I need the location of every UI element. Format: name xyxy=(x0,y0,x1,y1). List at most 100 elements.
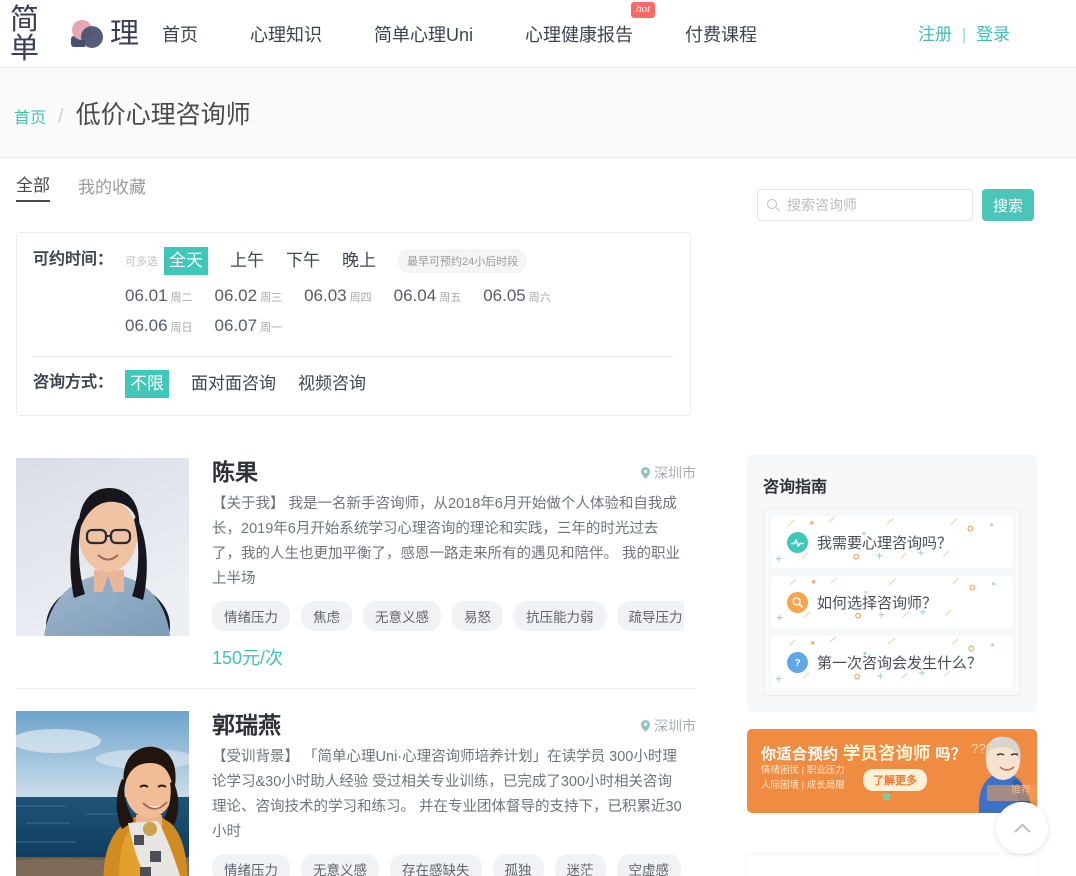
date-option[interactable]: 06.05 周六 xyxy=(483,284,551,310)
location-text: 深圳市 xyxy=(654,465,696,481)
filter-label-time: 可约时间： xyxy=(33,251,114,268)
time-option-allday[interactable]: 全天 xyxy=(164,247,208,275)
weekday-value: 周三 xyxy=(260,292,283,304)
question-mark-icon: ? xyxy=(787,651,808,673)
login-link[interactable]: 登录 xyxy=(976,25,1010,44)
tag[interactable]: 无意义感 xyxy=(301,853,379,876)
counselor-description: 【关于我】 我是一名新手咨询师，从2018年6月开始做个人体验和自我成长，201… xyxy=(212,495,681,587)
tag[interactable]: 抗压能力弱 xyxy=(514,600,606,631)
nav-item-psych-knowledge[interactable]: 心理知识 xyxy=(250,21,322,47)
location-pin-icon xyxy=(641,719,650,732)
counselor-card[interactable]: 郭瑞燕 深圳市 【受训背景】 「简单心理Uni·心理咨询师培养计划」在读学员 3… xyxy=(16,710,696,876)
date-value: 06.07 xyxy=(214,316,258,335)
nav-label: 心理健康报告 xyxy=(525,24,634,45)
scroll-to-top-button[interactable] xyxy=(996,802,1048,854)
counselor-info: 郭瑞燕 深圳市 【受训背景】 「简单心理Uni·心理咨询师培养计划」在读学员 3… xyxy=(212,711,696,876)
time-option-evening[interactable]: 晚上 xyxy=(342,248,376,274)
tag[interactable]: 情绪压力 xyxy=(212,600,290,631)
tag[interactable]: 无意义感 xyxy=(363,600,441,631)
tag[interactable]: 疏导压力 xyxy=(616,600,684,631)
register-link[interactable]: 注册 xyxy=(918,25,952,44)
sidebar-bottom-panel xyxy=(747,855,1037,876)
tag[interactable]: 情绪压力 xyxy=(212,853,290,876)
tab-all[interactable]: 全部 xyxy=(16,171,50,202)
tab-my-favorites[interactable]: 我的收藏 xyxy=(78,173,146,202)
date-option[interactable]: 06.03 周四 xyxy=(304,284,372,310)
counselor-photo[interactable] xyxy=(16,710,189,876)
nav-item-paid-courses[interactable]: 付费课程 xyxy=(685,21,757,47)
consultation-guide-panel: 咨询指南 我需要心理咨询吗？ 如何选择咨询师？ ? 第一次咨询会发生什么？ xyxy=(747,455,1037,712)
date-value: 06.06 xyxy=(125,316,168,335)
tag[interactable]: 空虚感 xyxy=(616,853,681,876)
guide-card-text: 如何选择咨询师？ xyxy=(817,594,938,612)
filter-time-values: 可多选 全天 上午 下午 晚上 最早可预约24小后时段 06.01 周二 06.… xyxy=(125,247,674,344)
auth-links: 注册 | 登录 xyxy=(918,20,1010,45)
promo-banner[interactable]: 你适合预约 学员咨询师 吗？ ??? 情绪困扰 | 职业压力 人际困境 | 成长… xyxy=(747,729,1037,813)
nav-item-home[interactable]: 首页 xyxy=(162,21,198,47)
location-pin-icon xyxy=(641,467,650,479)
nav-item-uni[interactable]: 简单心理Uni xyxy=(374,21,473,47)
sidebar: 咨询指南 我需要心理咨询吗？ 如何选择咨询师？ ? 第一次咨询会发生什么？ 你适… xyxy=(747,170,1047,813)
counselor-tags: 情绪压力 无意义感 存在感缺失 孤独 迷茫 空虚感 自 xyxy=(212,853,684,876)
tag[interactable]: 焦虑 xyxy=(301,600,352,631)
promo-recommend-label: 推荐 xyxy=(1011,785,1031,796)
date-value: 06.03 xyxy=(304,286,347,305)
mode-option-video[interactable]: 视频咨询 xyxy=(298,371,366,397)
promo-learn-more-button[interactable]: 了解更多 xyxy=(863,769,927,791)
mode-option-inperson[interactable]: 面对面咨询 xyxy=(191,371,276,397)
counselor-name[interactable]: 郭瑞燕 xyxy=(212,711,696,740)
date-value: 06.05 xyxy=(483,286,526,305)
auth-separator: | xyxy=(961,25,967,44)
nav-label: 心理知识 xyxy=(250,24,322,45)
tag[interactable]: 孤独 xyxy=(492,853,544,876)
svg-text:?: ? xyxy=(794,658,800,669)
guide-card-first-session[interactable]: ? 第一次咨询会发生什么？ xyxy=(771,636,1013,688)
nav-items: 首页 心理知识 简单心理Uni 心理健康报告 hot 付费课程 xyxy=(162,1,809,47)
nav-label: 付费课程 xyxy=(685,24,758,45)
guide-card-need-counseling[interactable]: 我需要心理咨询吗？ xyxy=(771,516,1013,568)
mode-option-any[interactable]: 不限 xyxy=(125,370,169,398)
top-navigation-bar: 简单 理 首页 心理知识 简单心理Uni 心理健康报告 hot 付费课程 注册 … xyxy=(0,0,1076,68)
counselor-location: 深圳市 xyxy=(641,463,696,483)
nav-item-health-report[interactable]: 心理健康报告 hot xyxy=(525,1,656,47)
tag[interactable]: 存在感缺失 xyxy=(390,853,482,876)
date-option[interactable]: 06.07 周一 xyxy=(215,314,283,340)
tag[interactable]: 易怒 xyxy=(452,600,503,631)
guide-card-text: 第一次咨询会发生什么？ xyxy=(817,654,983,672)
guide-card-how-to-choose[interactable]: 如何选择咨询师？ xyxy=(771,576,1013,628)
date-option[interactable]: 06.06 周日 xyxy=(125,314,193,340)
date-option[interactable]: 06.04 周五 xyxy=(394,284,462,310)
time-option-afternoon[interactable]: 下午 xyxy=(286,248,320,274)
location-text: 深圳市 xyxy=(654,717,696,734)
guide-title: 咨询指南 xyxy=(763,479,828,496)
search-circle-icon xyxy=(787,591,808,613)
time-option-morning[interactable]: 上午 xyxy=(230,248,264,274)
weekday-value: 周日 xyxy=(170,322,193,334)
counselor-description: 【受训背景】 「简单心理Uni·心理咨询师培养计划」在读学员 300小时理论学习… xyxy=(212,748,682,840)
date-option[interactable]: 06.02 周三 xyxy=(215,284,283,310)
filter-row-time: 可约时间： 可多选 全天 上午 下午 晚上 最早可预约24小后时段 06.01 周… xyxy=(17,247,690,344)
date-option[interactable]: 06.01 周二 xyxy=(125,284,193,310)
counselor-name[interactable]: 陈果 xyxy=(212,458,696,487)
counselor-tags: 情绪压力 焦虑 无意义感 易怒 抗压能力弱 疏导压力 xyxy=(212,600,684,631)
two-circles-icon xyxy=(69,19,109,49)
counselor-info: 陈果 深圳市 【关于我】 我是一名新手咨询师，从2018年6月开始做个人体验和自… xyxy=(212,458,696,670)
promo-subtitle-line1: 情绪困扰 | 职业压力 xyxy=(761,765,845,776)
breadcrumb-home-link[interactable]: 首页 xyxy=(14,104,46,128)
content-tabs: 全部 我的收藏 xyxy=(16,170,696,202)
date-value: 06.02 xyxy=(214,286,258,305)
date-value: 06.01 xyxy=(125,286,168,305)
counselor-photo[interactable] xyxy=(16,458,189,636)
counselor-card[interactable]: 陈果 深圳市 【关于我】 我是一名新手咨询师，从2018年6月开始做个人体验和自… xyxy=(16,458,696,689)
site-logo[interactable]: 简单 理 xyxy=(10,4,140,63)
breadcrumb-separator: / xyxy=(58,106,64,128)
filter-label-mode: 咨询方式： xyxy=(33,374,114,391)
promo-subtitle-line2: 人际困境 | 成长局限 xyxy=(761,780,845,791)
counselor-location: 深圳市 xyxy=(641,716,696,736)
promo-subtitle: 情绪困扰 | 职业压力 人际困境 | 成长局限 xyxy=(761,763,845,793)
tag[interactable]: 迷茫 xyxy=(554,853,606,876)
guide-card-text: 我需要心理咨询吗？ xyxy=(817,534,953,552)
filter-row-mode: 咨询方式： 不限 面对面咨询 视频咨询 xyxy=(17,357,690,415)
weekday-value: 周四 xyxy=(349,292,372,304)
pulse-icon xyxy=(787,531,808,553)
